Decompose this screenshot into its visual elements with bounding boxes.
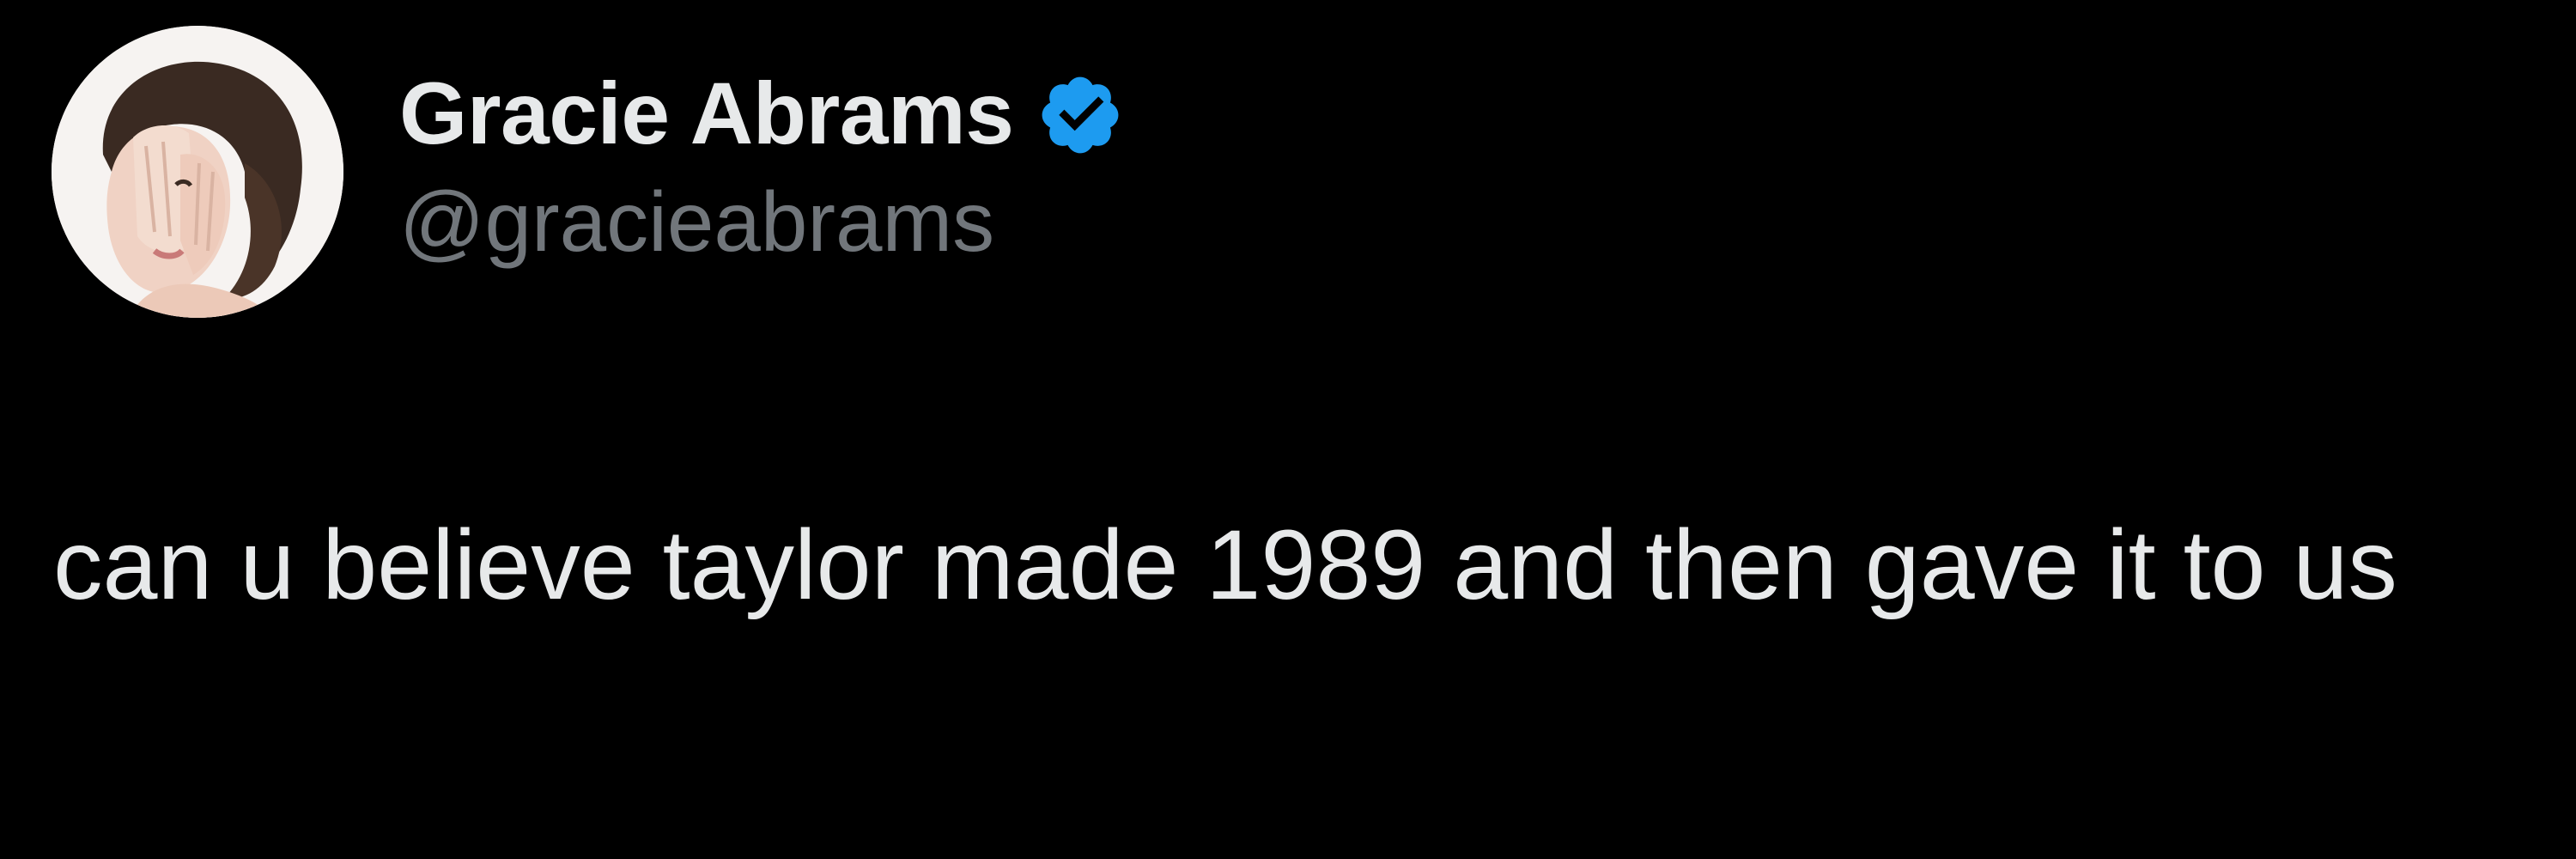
author-display-name[interactable]: Gracie Abrams [399,70,1014,157]
tweet-text: can u believe taylor made 1989 and then … [53,510,2397,620]
author-handle[interactable]: @gracieabrams [399,175,994,269]
author-avatar[interactable] [52,26,343,318]
avatar-photo-icon [52,26,343,318]
verified-badge-icon [1036,70,1125,160]
author-name-row[interactable]: Gracie Abrams [399,53,1125,174]
tweet-card: Gracie Abrams @gracieabrams can u believ… [0,0,2576,859]
